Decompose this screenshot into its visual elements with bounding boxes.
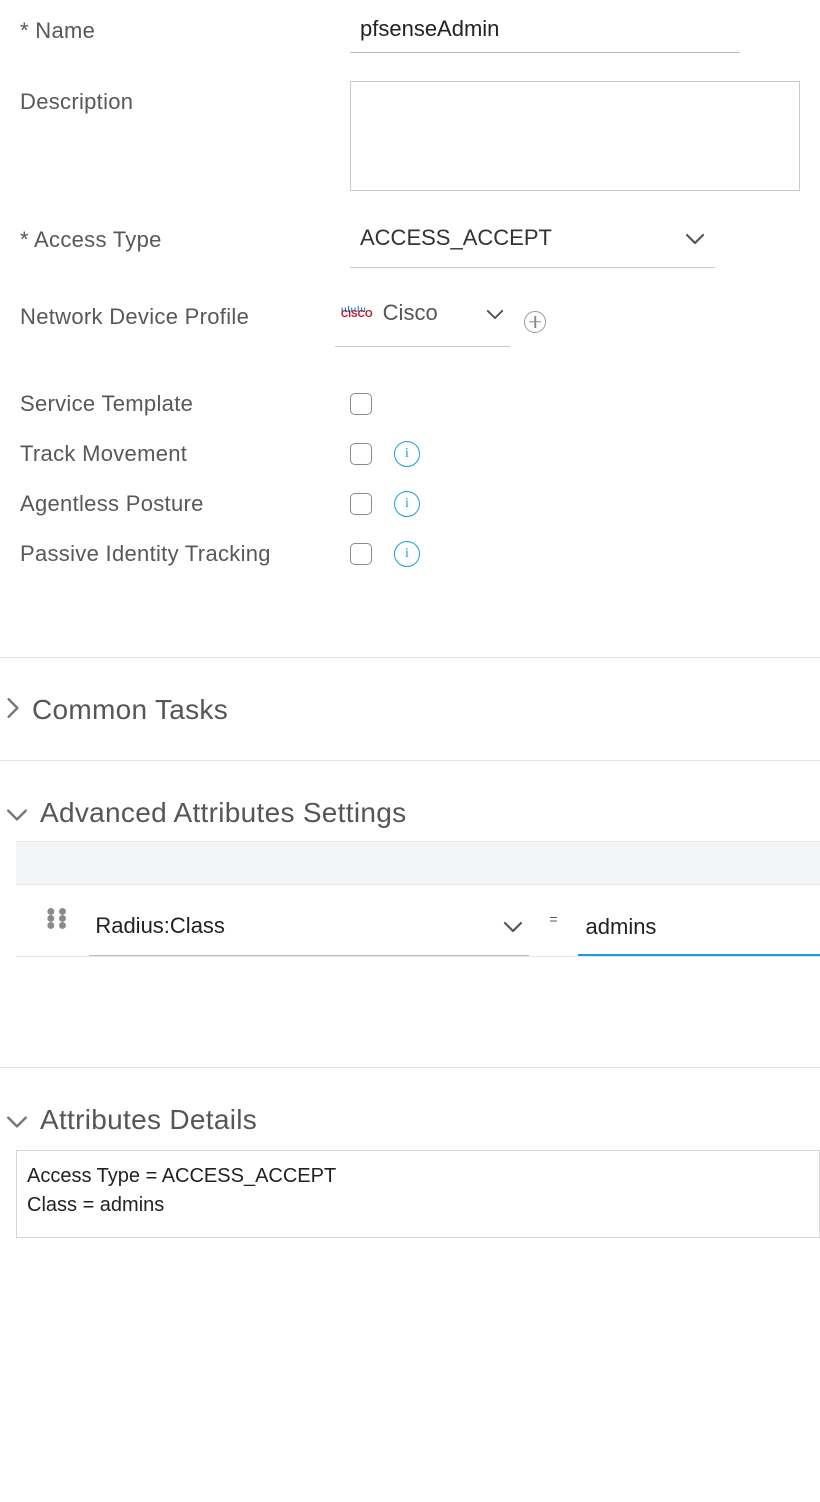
- network-device-profile-value: Cisco: [383, 300, 438, 326]
- add-profile-icon[interactable]: [524, 311, 546, 333]
- attributes-details-header[interactable]: Attributes Details: [0, 1068, 820, 1150]
- access-type-value: ACCESS_ACCEPT: [360, 225, 552, 251]
- common-tasks-header[interactable]: Common Tasks: [0, 658, 820, 760]
- info-icon[interactable]: i: [394, 541, 420, 567]
- advanced-attributes-header[interactable]: Advanced Attributes Settings: [0, 761, 820, 841]
- description-label: Description: [20, 81, 350, 115]
- advanced-attribute-row: ●●●●●● Radius:Class =: [16, 885, 820, 957]
- common-tasks-title: Common Tasks: [32, 694, 228, 726]
- service-template-checkbox[interactable]: [350, 393, 372, 415]
- track-movement-checkbox[interactable]: [350, 443, 372, 465]
- track-movement-label: Track Movement: [20, 441, 350, 467]
- name-label: * Name: [20, 10, 350, 44]
- attribute-name-select[interactable]: Radius:Class: [89, 903, 529, 956]
- network-device-profile-label: Network Device Profile: [20, 296, 335, 330]
- chevron-right-icon: [6, 694, 20, 726]
- attributes-details-box: Access Type = ACCESS_ACCEPT Class = admi…: [16, 1150, 820, 1238]
- network-device-profile-select[interactable]: ıılıılıı CISCO Cisco: [335, 296, 510, 347]
- description-input[interactable]: [350, 81, 800, 191]
- agentless-posture-label: Agentless Posture: [20, 491, 350, 517]
- chevron-down-icon: [685, 225, 705, 251]
- cisco-logo-icon: ıılıılıı CISCO: [341, 308, 373, 319]
- info-icon[interactable]: i: [394, 441, 420, 467]
- service-template-label: Service Template: [20, 391, 350, 417]
- chevron-down-icon: [6, 1104, 28, 1136]
- access-type-select[interactable]: ACCESS_ACCEPT: [350, 219, 715, 268]
- agentless-posture-checkbox[interactable]: [350, 493, 372, 515]
- name-input[interactable]: [350, 10, 740, 53]
- chevron-down-icon: [486, 300, 504, 326]
- attribute-value-input[interactable]: [578, 904, 820, 956]
- access-type-label: * Access Type: [20, 219, 350, 253]
- drag-handle-icon[interactable]: ●●●●●●: [46, 908, 69, 951]
- info-icon[interactable]: i: [394, 491, 420, 517]
- chevron-down-icon: [503, 913, 523, 939]
- chevron-down-icon: [6, 797, 28, 829]
- attributes-details-line: Class = admins: [27, 1194, 809, 1217]
- attributes-details-line: Access Type = ACCESS_ACCEPT: [27, 1165, 809, 1188]
- passive-identity-tracking-checkbox[interactable]: [350, 543, 372, 565]
- equals-operator: =: [549, 911, 557, 949]
- attribute-name-value: Radius:Class: [95, 913, 225, 939]
- advanced-attributes-table-header: [16, 841, 820, 885]
- attributes-details-title: Attributes Details: [40, 1104, 257, 1136]
- passive-identity-tracking-label: Passive Identity Tracking: [20, 541, 350, 567]
- advanced-attributes-title: Advanced Attributes Settings: [40, 797, 406, 829]
